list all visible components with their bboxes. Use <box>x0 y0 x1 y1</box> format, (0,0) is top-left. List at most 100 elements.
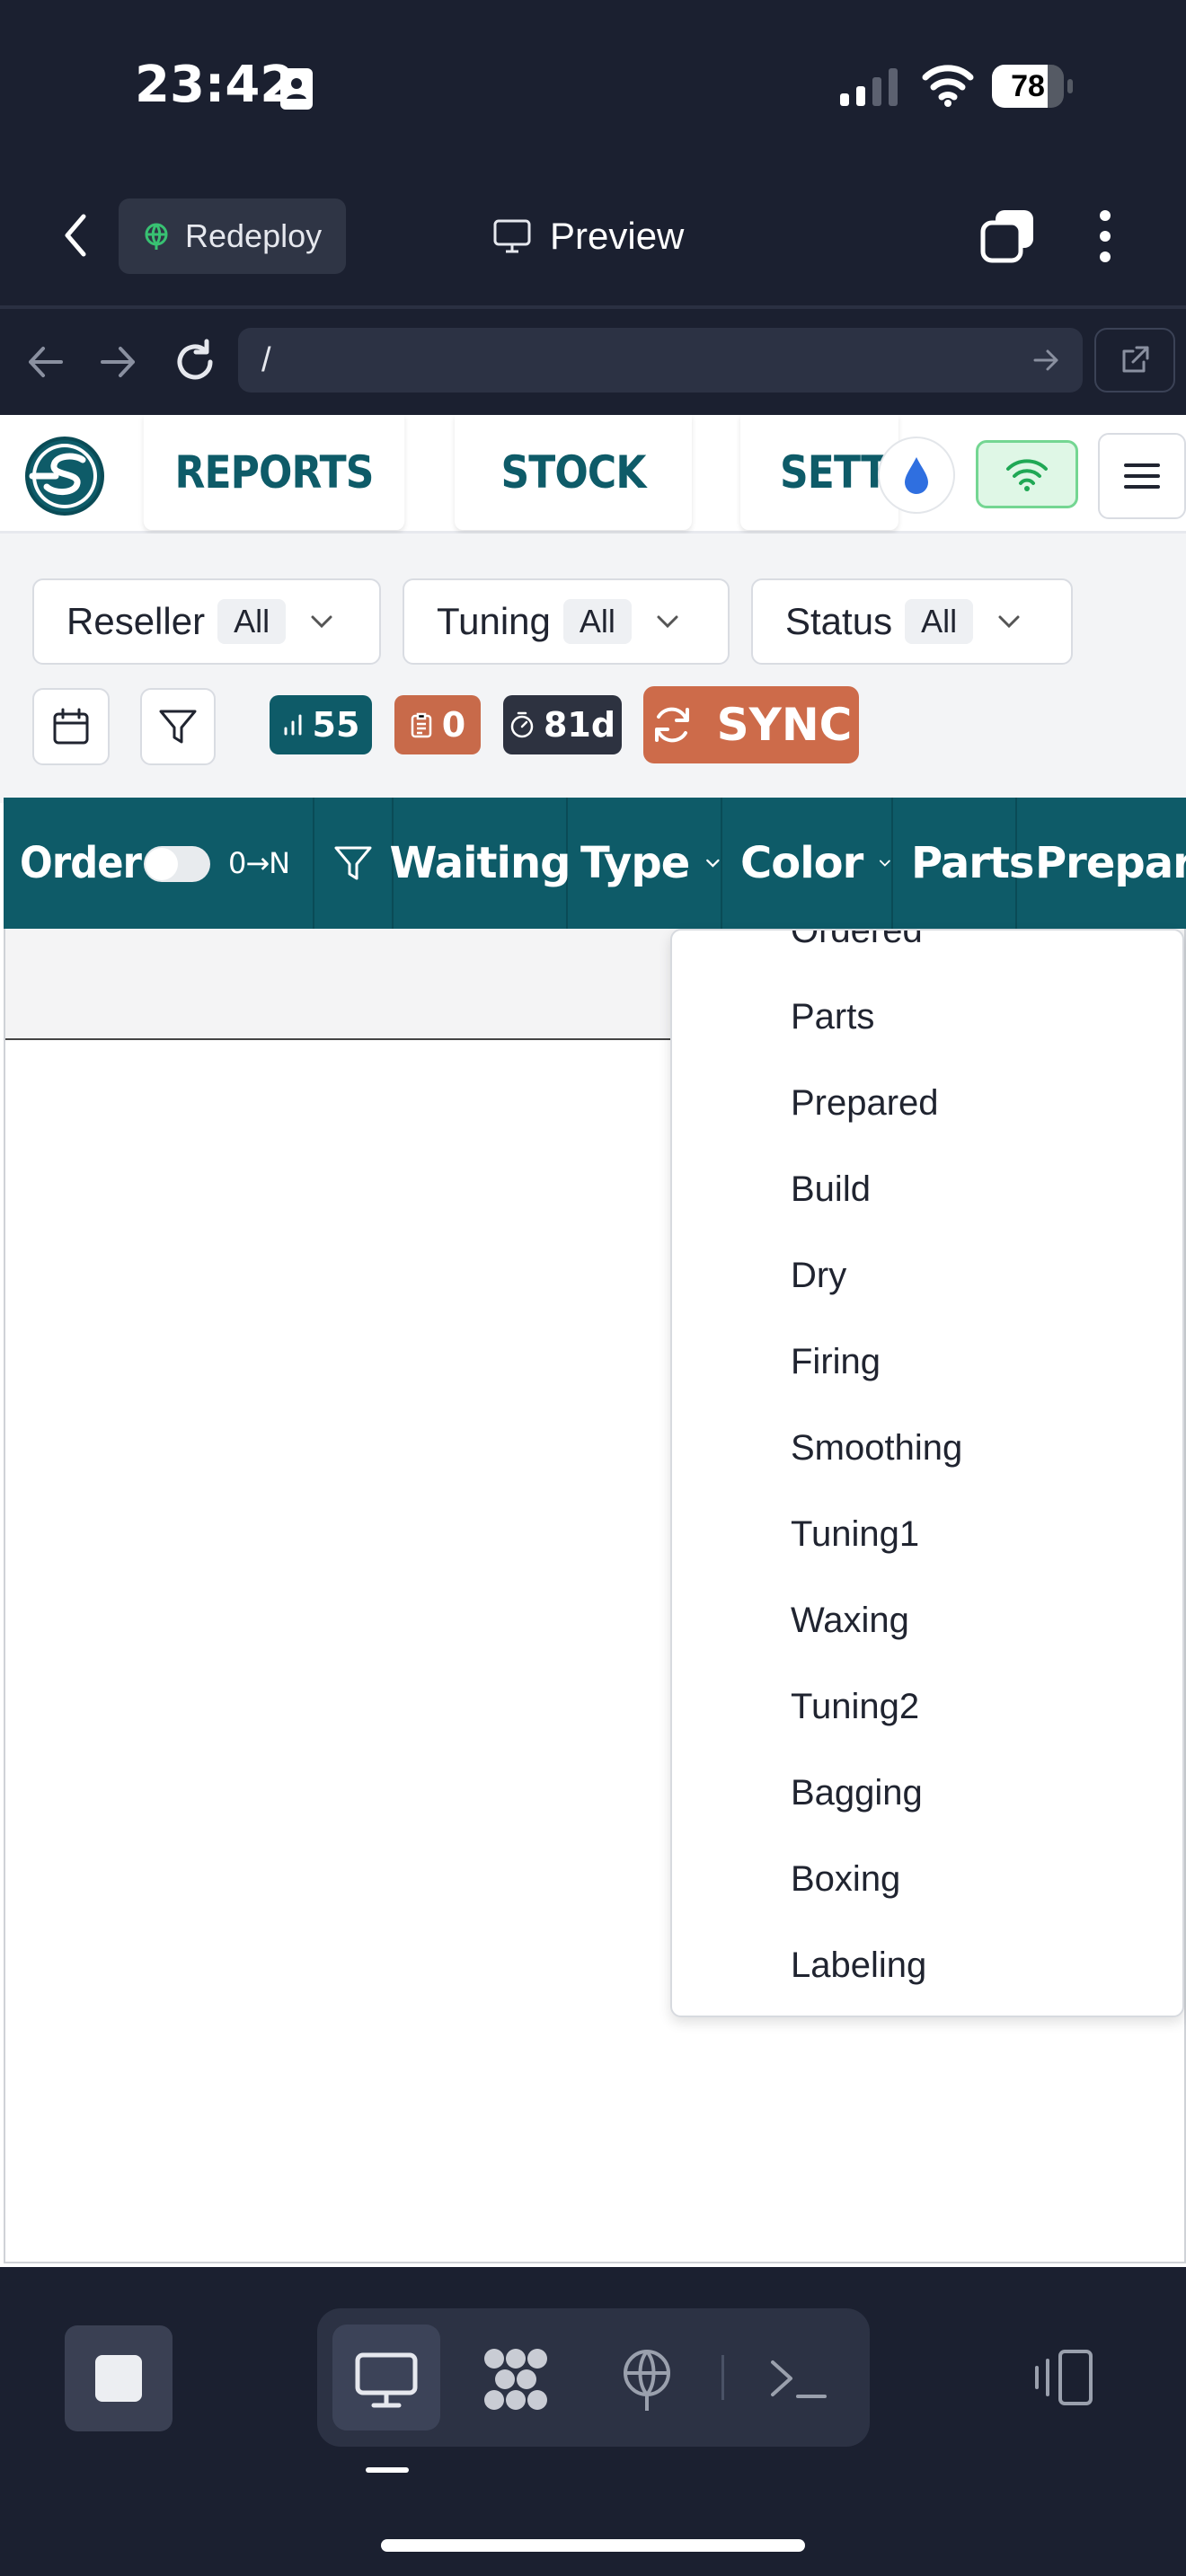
battery-percent: 78 <box>1011 69 1045 103</box>
column-parts-label: Parts <box>911 838 1034 888</box>
tabs-icon[interactable] <box>979 208 1037 264</box>
reseller-label: Reseller <box>66 600 206 642</box>
divider <box>721 2355 724 2400</box>
contact-card-icon <box>280 68 313 110</box>
terminal-icon[interactable] <box>764 2346 836 2413</box>
monitor-icon <box>493 219 531 253</box>
calendar-icon <box>53 708 89 745</box>
divider <box>0 305 1186 309</box>
column-order[interactable]: Order 0→N <box>4 798 314 929</box>
preview-label: Preview <box>550 215 685 257</box>
redeploy-button[interactable]: Redeploy <box>119 198 346 274</box>
droplet-icon <box>905 457 928 494</box>
tasks-count: 0 <box>441 705 466 745</box>
column-waiting[interactable]: Waiting <box>390 798 571 929</box>
open-external-button[interactable] <box>1094 328 1175 393</box>
arrow-left-icon[interactable] <box>25 340 65 384</box>
column-filter[interactable] <box>314 798 394 929</box>
dropdown-option[interactable]: Build <box>791 1162 871 1216</box>
dropdown-option[interactable]: Labeling <box>791 1938 926 1992</box>
dropdown-option[interactable]: Boxing <box>791 1852 900 1906</box>
column-type[interactable]: Type <box>568 798 722 929</box>
tuning-value: All <box>562 599 632 644</box>
globe-icon[interactable] <box>611 2346 683 2413</box>
column-prepared[interactable]: Prepared <box>1017 798 1186 929</box>
tab-reports[interactable]: REPORTS <box>143 415 405 530</box>
sync-icon <box>654 707 689 743</box>
arrow-right-icon[interactable] <box>99 340 138 384</box>
status-options-dropdown[interactable]: Ordered Parts Prepared Build Dry Firing Smooth… <box>670 929 1184 2017</box>
sync-button[interactable]: SYNC <box>643 686 859 763</box>
chevron-down-icon <box>880 860 891 867</box>
droplet-button[interactable] <box>878 437 955 514</box>
stop-icon <box>95 2355 142 2402</box>
status-select[interactable]: Status All <box>751 578 1073 665</box>
days-value: 81d <box>543 705 616 745</box>
dropdown-option[interactable]: Bagging <box>791 1766 923 1820</box>
tuning-label: Tuning <box>437 600 551 642</box>
dropdown-option[interactable]: Tuning2 <box>791 1680 919 1734</box>
filter-button[interactable] <box>140 688 216 765</box>
dropdown-option[interactable]: Smoothing <box>791 1421 962 1475</box>
tuning-select[interactable]: Tuning All <box>403 578 730 665</box>
dropdown-option[interactable]: Firing <box>791 1335 881 1389</box>
menu-button[interactable] <box>1098 433 1186 519</box>
connection-status-button[interactable] <box>976 440 1078 508</box>
timer-icon <box>510 711 534 738</box>
filter-icon <box>334 846 372 880</box>
status-bar: 23:42 78 <box>0 0 1186 171</box>
sort-toggle[interactable] <box>144 846 210 882</box>
wifi-status-icon <box>922 65 974 107</box>
monitor-icon[interactable] <box>350 2346 422 2413</box>
dropdown-option[interactable]: Dry <box>791 1248 846 1302</box>
rotate-icon[interactable] <box>1033 2346 1098 2409</box>
chart-icon <box>284 714 302 736</box>
reseller-value: All <box>217 599 287 644</box>
dropdown-option[interactable]: Prepared <box>791 1076 939 1130</box>
cellular-signal-icon <box>840 68 898 106</box>
filter-panel: Reseller All Tuning All Status All 55 0 <box>0 534 1186 803</box>
table-border <box>4 2262 1186 2263</box>
globe-icon <box>145 223 168 250</box>
preview-toggle[interactable]: Preview <box>492 209 684 263</box>
date-picker-button[interactable] <box>32 688 110 765</box>
clipboard-icon <box>411 712 432 738</box>
status-value: All <box>905 599 974 644</box>
reseller-select[interactable]: Reseller All <box>32 578 381 665</box>
column-parts[interactable]: Parts <box>893 798 1034 929</box>
dropdown-option[interactable]: Tuning1 <box>791 1507 919 1561</box>
wifi-icon <box>1006 459 1048 491</box>
home-indicator <box>381 2539 805 2552</box>
chevron-down-icon <box>311 615 332 629</box>
dropdown-option[interactable]: Parts <box>791 990 874 1044</box>
stop-button[interactable] <box>65 2325 173 2431</box>
sync-label: SYNC <box>716 699 853 751</box>
filter-icon <box>159 710 197 744</box>
column-color[interactable]: Color <box>722 798 893 929</box>
chevron-down-icon <box>706 859 720 868</box>
reload-icon[interactable] <box>171 338 219 386</box>
tab-settings[interactable]: SETTI <box>740 415 898 530</box>
dropdown-option[interactable]: Ordered <box>791 931 923 957</box>
chevron-left-icon <box>65 214 86 257</box>
url-input[interactable]: / <box>238 328 1083 393</box>
external-link-icon <box>1122 346 1149 373</box>
menu-icon <box>1124 463 1160 489</box>
more-vertical-icon[interactable] <box>1087 208 1123 264</box>
app-header: REPORTS STOCK SETTI <box>0 415 1186 534</box>
table-header: Order 0→N Waiting Type Color Parts Prepa… <box>4 798 1186 929</box>
table-border <box>4 929 5 2263</box>
tab-stock[interactable]: STOCK <box>455 415 692 530</box>
grid-icon[interactable] <box>480 2346 552 2413</box>
back-button[interactable] <box>56 211 95 260</box>
battery-indicator: 78 <box>992 65 1075 108</box>
tasks-badge: 0 <box>394 695 481 754</box>
chevron-down-icon <box>657 615 678 629</box>
logo[interactable] <box>23 435 106 517</box>
active-view-indicator <box>366 2467 409 2473</box>
column-type-label: Type <box>580 838 690 888</box>
column-color-label: Color <box>740 838 863 888</box>
arrow-right-icon[interactable] <box>1031 345 1062 375</box>
dropdown-option[interactable]: Waxing <box>791 1593 909 1647</box>
sort-direction-label: 0→N <box>228 846 290 880</box>
